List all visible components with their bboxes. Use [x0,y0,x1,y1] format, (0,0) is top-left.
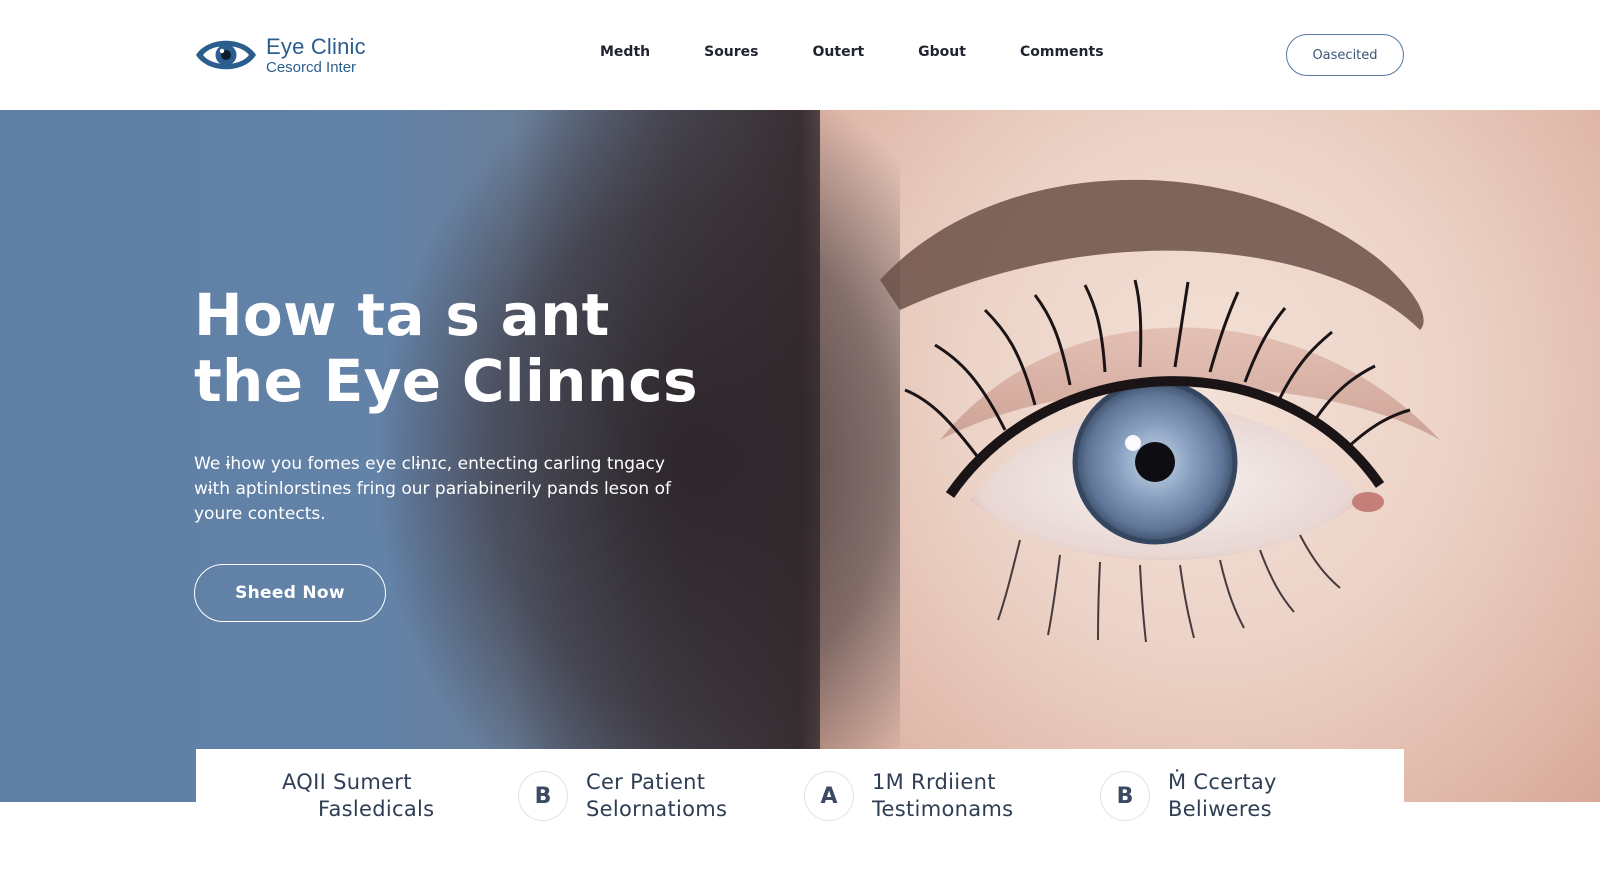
feature-line-2: Testimonams [872,797,1014,821]
hero-eye-image [880,179,1440,643]
feature-text: Cer Patient Selornatioms [586,769,727,823]
feature-line-1: 1M Rrdiient [872,770,996,794]
hero-title-line-2: the Eye Clinncs [194,347,698,415]
feature-badge-icon: A [804,771,854,821]
eye-logo-icon [196,40,256,70]
hero-section: How ta s ant the Eye Clinncs We ɨhow you… [0,110,1600,802]
feature-item[interactable]: B Ṁ Ccertay Beliweres [1100,769,1277,823]
feature-strip: AQII Sumert Fasledicals B Cer Patient Se… [196,749,1404,841]
hero-description: We ɨhow you fomes eye clɨnɪc, entecting … [194,454,671,524]
nav-item-medth[interactable]: Medth [600,44,650,60]
hero-title: How ta s ant the Eye Clinncs [194,282,814,414]
feature-text: AQII Sumert Fasledicals [282,769,434,823]
nav-item-outert[interactable]: Outert [813,44,865,60]
nav-item-comments[interactable]: Comments [1020,44,1104,60]
header-cta-button[interactable]: Oasecited [1286,34,1404,76]
feature-line-2: Selornatioms [586,797,728,821]
brand-subtitle: Cesorcd Inter [266,58,357,76]
site-header: Eye Clinic Cesorcd Inter Medth Soures Ou… [0,0,1600,110]
feature-item[interactable]: AQII Sumert Fasledicals [282,769,434,823]
feature-badge-icon: B [1100,771,1150,821]
feature-text: 1M Rrdiient Testimonams [872,769,1013,823]
main-nav: Medth Soures Outert Gbout Comments [600,44,1104,60]
feature-line-1: AQII Sumert [282,770,412,794]
feature-text: Ṁ Ccertay Beliweres [1168,769,1277,823]
feature-line-2: Beliweres [1168,797,1272,821]
feature-item[interactable]: A 1M Rrdiient Testimonams [804,769,1013,823]
feature-line-1: Ṁ Ccertay [1168,770,1277,794]
brand-text: Eye Clinic Cesorcd Inter [266,33,366,76]
brand-name: Eye Clinic [266,33,366,59]
brand-logo[interactable]: Eye Clinic Cesorcd Inter [194,32,366,78]
feature-item[interactable]: B Cer Patient Selornatioms [518,769,727,823]
feature-line-1: Cer Patient [586,770,706,794]
hero-title-line-1: How ta s ant [194,281,610,349]
feature-line-2: Fasledicals [318,797,435,821]
nav-item-gbout[interactable]: Gbout [918,44,966,60]
hero-cta-button[interactable]: Sheed Now [194,564,386,622]
nav-item-soures[interactable]: Soures [704,44,758,60]
feature-badge-icon: B [518,771,568,821]
